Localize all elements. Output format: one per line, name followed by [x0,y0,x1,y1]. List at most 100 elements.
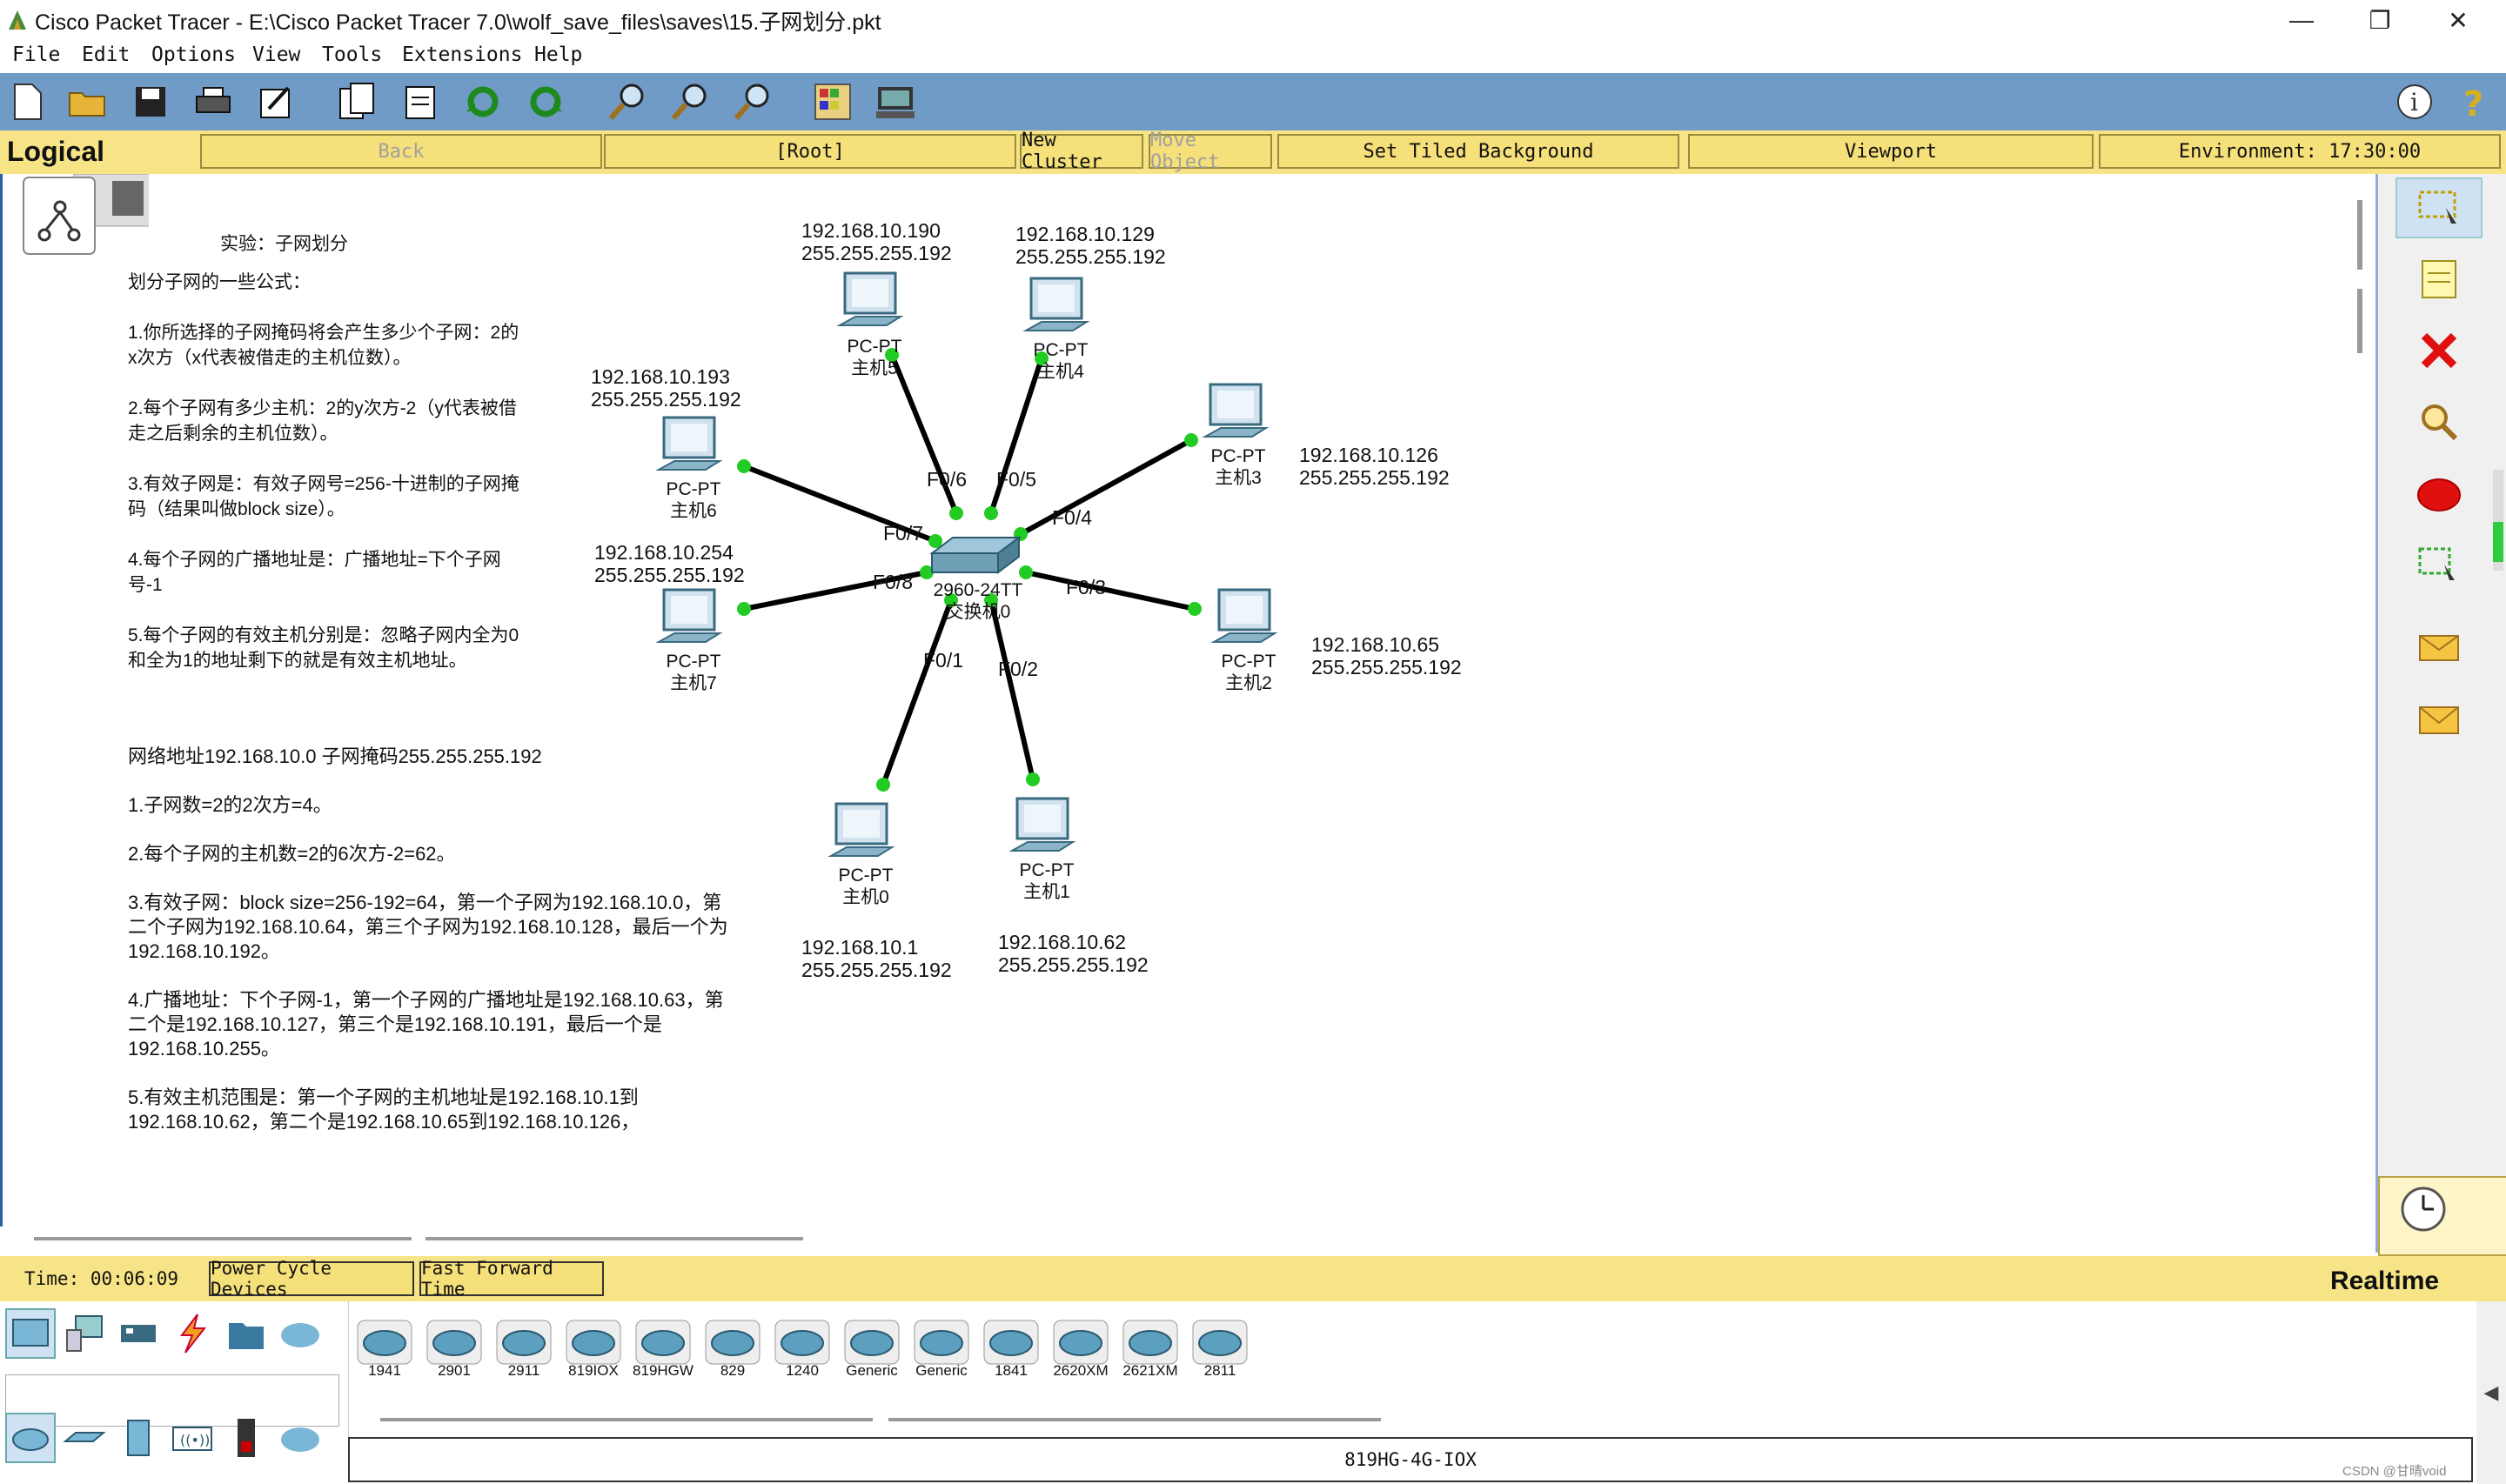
router-1240[interactable]: 1240 [772,1319,833,1381]
undo-icon[interactable] [459,78,506,125]
pc-icon[interactable] [834,270,904,336]
pc-icon[interactable] [653,586,723,652]
zoom-out-icon[interactable] [729,78,776,125]
router-generic[interactable]: Generic [911,1319,972,1381]
restore-button[interactable]: ❐ [2341,0,2419,40]
tools-scrollbar[interactable] [2493,470,2503,571]
device-list-scrollbar[interactable] [888,1418,1381,1421]
zoom-reset-icon[interactable] [667,78,714,125]
add-simple-pdu-icon[interactable] [2395,616,2483,677]
ip-note-pc4[interactable]: 192.168.10.129 255.255.255.192 [1015,223,1166,268]
multiuser-category-icon[interactable] [275,1308,325,1359]
hubs-subcategory-icon[interactable] [113,1413,164,1463]
paste-icon[interactable] [397,78,444,125]
router-819hgw[interactable]: 819HGW [633,1319,694,1381]
router-819iox[interactable]: 819IOX [563,1319,624,1381]
connections-category-icon[interactable] [167,1308,218,1359]
redo-icon[interactable] [522,78,569,125]
zoom-in-icon[interactable] [604,78,651,125]
router-2811[interactable]: 2811 [1189,1319,1250,1381]
pc-icon[interactable] [1200,381,1270,447]
inspect-tool-icon[interactable] [2395,391,2483,452]
copy-icon[interactable] [334,78,381,125]
horizontal-scrollbar-thumb[interactable] [425,1237,803,1240]
minimize-button[interactable]: — [2262,0,2341,40]
root-button[interactable]: [Root] [604,134,1016,169]
open-file-icon[interactable] [64,78,111,125]
info-icon[interactable]: i [2391,78,2438,125]
palette-icon[interactable] [809,78,856,125]
horizontal-scrollbar-thumb[interactable] [34,1237,412,1240]
pc-icon[interactable] [1007,795,1076,861]
components-category-icon[interactable] [113,1308,164,1359]
fast-forward-time-button[interactable]: Fast Forward Time [419,1258,604,1300]
router-2911[interactable]: 2911 [493,1319,554,1381]
switches-subcategory-icon[interactable] [59,1413,110,1463]
vertical-scrollbar-thumb[interactable] [2357,289,2362,353]
router-1841[interactable]: 1841 [981,1319,1042,1381]
menu-tools[interactable]: Tools [322,43,382,66]
activity-wizard-icon[interactable] [252,78,299,125]
ip-note-pc2[interactable]: 192.168.10.65 255.255.255.192 [1311,633,1462,678]
device-list-scrollbar[interactable] [380,1418,873,1421]
help-icon[interactable]: ? [2452,78,2499,125]
menu-extensions[interactable]: Extensions [402,43,522,66]
print-icon[interactable] [190,78,237,125]
menu-edit[interactable]: Edit [82,43,130,66]
draw-ellipse-icon[interactable] [2395,465,2483,525]
note-tool-icon[interactable] [2395,249,2483,310]
ip-note-pc0[interactable]: 192.168.10.1 255.255.255.192 [801,936,952,981]
environment-button[interactable]: Environment: 17:30:00 [2099,134,2501,169]
logical-workspace-canvas[interactable]: 实验：子网划分 划分子网的一些公式： 1.你所选择的子网掩码将会产生多少个子网：… [0,174,2362,1329]
save-icon[interactable] [127,78,174,125]
new-file-icon[interactable] [3,78,50,125]
realtime-tab[interactable] [2378,1176,2506,1256]
power-cycle-devices-button[interactable]: Power Cycle Devices [209,1258,414,1300]
realtime-clock-icon[interactable] [2397,1183,2449,1235]
back-button[interactable]: Back [200,134,602,169]
close-window-button[interactable]: ✕ [2419,0,2497,40]
custom-device-icon[interactable] [872,78,919,125]
ip-note-pc7[interactable]: 192.168.10.254 255.255.255.192 [594,541,745,586]
pc-icon[interactable] [826,800,895,866]
menu-view[interactable]: View [252,43,300,66]
workspace-nav-bar: Back [Root] New Cluster Move Object Set … [0,130,2506,174]
router-2620xm[interactable]: 2620XM [1050,1319,1111,1381]
end-devices-category-icon[interactable] [59,1308,110,1359]
viewport-button[interactable]: Viewport [1688,134,2094,169]
add-complex-pdu-icon[interactable] [2395,687,2483,748]
wireless-subcategory-icon[interactable]: ((•)) [167,1413,218,1463]
select-tool-icon[interactable] [2395,177,2483,238]
router-829[interactable]: 829 [702,1319,763,1381]
ip-note-pc5[interactable]: 192.168.10.190 255.255.255.192 [801,219,952,264]
router-2901[interactable]: 2901 [424,1319,485,1381]
router-1941[interactable]: 1941 [354,1319,415,1381]
new-cluster-button[interactable]: New Cluster [1020,130,1143,173]
vertical-scrollbar-thumb[interactable] [2357,200,2362,270]
security-subcategory-icon[interactable] [221,1413,271,1463]
pc-icon[interactable] [1209,586,1278,652]
device-label: Generic [846,1362,898,1379]
pc-icon[interactable] [653,414,723,480]
routers-subcategory-icon[interactable] [5,1413,56,1463]
router-2621xm[interactable]: 2621XM [1120,1319,1181,1381]
switch-icon[interactable] [929,536,1022,574]
set-tiled-background-button[interactable]: Set Tiled Background [1277,134,1679,169]
common-tools-bar [2375,174,2506,1256]
ip-note-pc6[interactable]: 192.168.10.193 255.255.255.192 [591,365,741,411]
menu-file[interactable]: File [12,43,60,66]
ip-address: 192.168.10.62 [998,931,1127,953]
menu-help[interactable]: Help [534,43,582,66]
ip-note-pc3[interactable]: 192.168.10.126 255.255.255.192 [1299,444,1450,489]
network-devices-category-icon[interactable] [5,1308,56,1359]
miscellaneous-category-icon[interactable] [221,1308,271,1359]
resize-shape-icon[interactable] [2395,534,2483,595]
ip-note-pc1[interactable]: 192.168.10.62 255.255.255.192 [998,931,1149,976]
router-generic[interactable]: Generic [841,1319,902,1381]
move-object-button[interactable]: Move Object [1149,130,1272,173]
pc-icon[interactable] [1021,275,1090,341]
collapse-arrow-icon[interactable]: ◀ [2476,1301,2506,1484]
delete-tool-icon[interactable] [2395,320,2483,381]
wan-emulation-subcategory-icon[interactable] [275,1413,325,1463]
menu-options[interactable]: Options [151,43,236,66]
